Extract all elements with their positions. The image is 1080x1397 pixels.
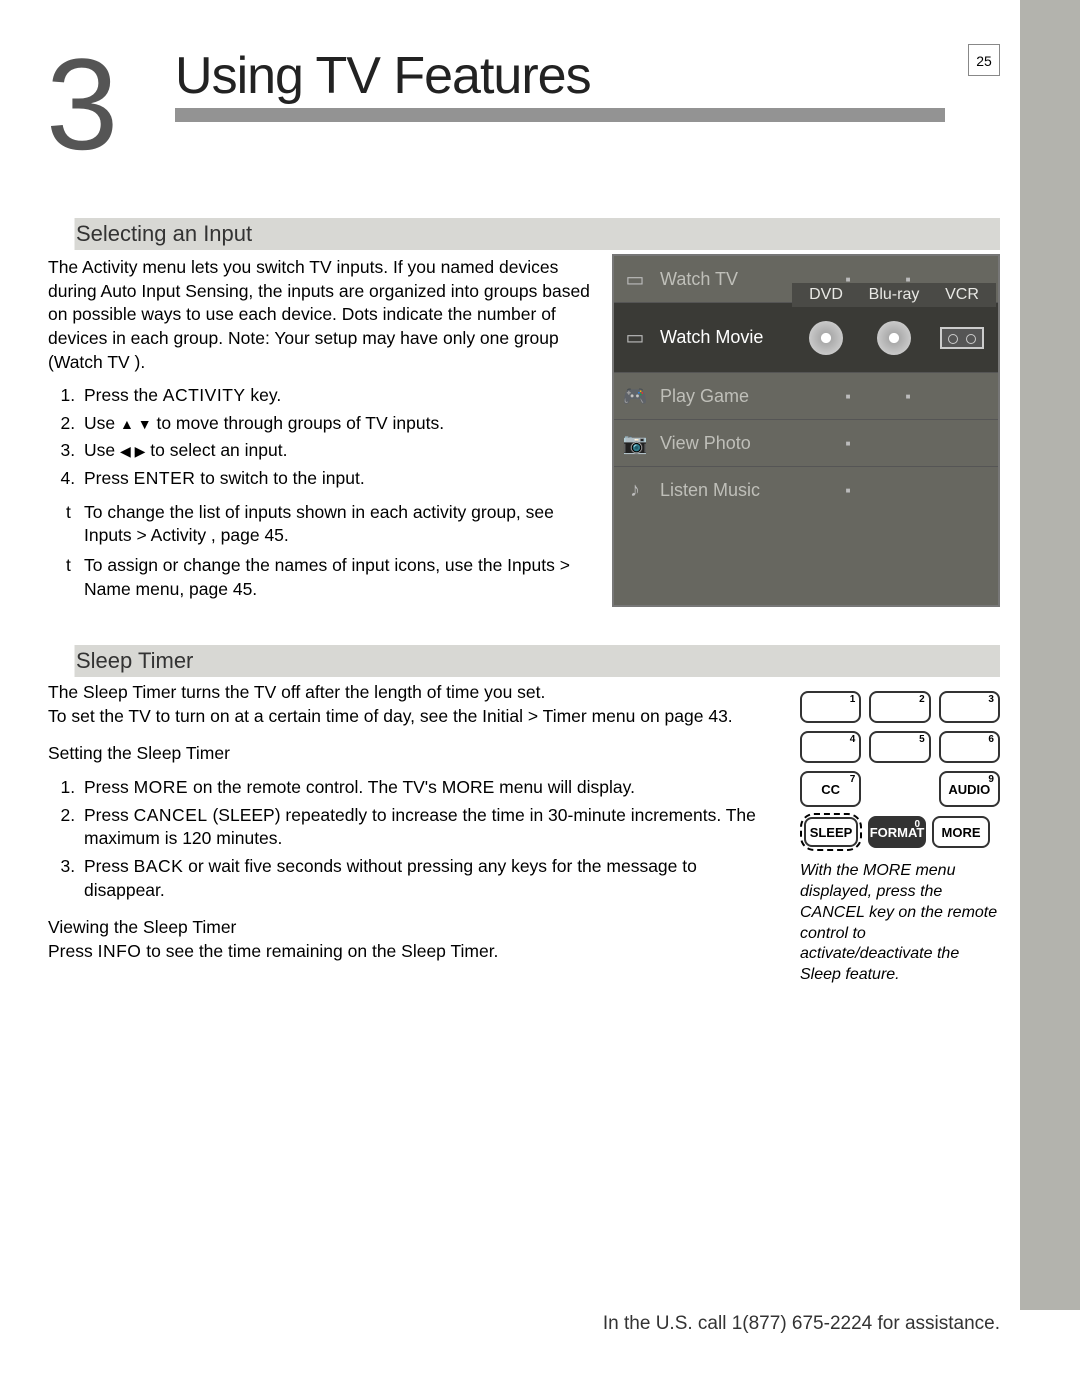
- remote-key-2: 2: [869, 691, 930, 723]
- music-icon: ♪: [614, 479, 656, 502]
- remote-key-cc: CC7: [800, 771, 861, 807]
- disc-icon: [877, 321, 911, 355]
- activity-menu-screenshot: ▭ Watch TV ■ ■ DVD Blu-ray VCR ▭ Watch M…: [612, 254, 1000, 607]
- setting-sleep-heading: Setting the Sleep Timer: [48, 742, 780, 766]
- selecting-input-steps: Press the ACTIVITY key. Use ▲ ▼ to move …: [80, 384, 592, 491]
- remote-key-more: MORE: [932, 816, 990, 848]
- step-2: Use ▲ ▼ to move through groups of TV inp…: [80, 412, 592, 436]
- activity-label: Listen Music: [656, 480, 818, 501]
- viewing-sleep-heading: Viewing the Sleep Timer: [48, 916, 780, 940]
- remote-key-sleep-highlighted: SLEEP: [800, 813, 862, 851]
- title-underline: [175, 108, 945, 122]
- chapter-number: 3: [46, 46, 146, 163]
- remote-caption: With the MORE menu displayed, press the …: [800, 861, 1000, 986]
- remote-key-format: FORMAT0: [868, 816, 926, 848]
- activity-row-watch-movie: DVD Blu-ray VCR ▭ Watch Movie: [614, 303, 998, 373]
- remote-key-3: 3: [939, 691, 1000, 723]
- chapter-title: Using TV Features: [175, 46, 945, 106]
- source-label-bluray: Blu-ray: [860, 286, 928, 304]
- selecting-input-intro: The Activity menu lets you switch TV inp…: [48, 256, 592, 374]
- remote-key-sleep: SLEEP: [804, 817, 858, 847]
- remote-keypad-figure: 1 2 3 4 5 6 CC7 AUDIO9 SLEEP FORMAT0 MOR…: [800, 691, 1000, 986]
- step-4: Press ENTER to switch to the input.: [80, 467, 592, 491]
- selecting-input-notes: To change the list of inputs shown in ea…: [66, 501, 592, 602]
- movie-icon: ▭: [614, 325, 656, 350]
- right-margin-bar: [1020, 0, 1080, 1310]
- chapter-header: 3 Using TV Features: [46, 46, 1000, 163]
- source-labels-row: DVD Blu-ray VCR: [792, 283, 996, 307]
- step-3: Use ◀ ▶ to select an input.: [80, 439, 592, 463]
- section-heading-sleep-timer: Sleep Timer: [46, 645, 1000, 677]
- note-2: To assign or change the names of input i…: [66, 554, 592, 601]
- remote-key-5: 5: [869, 731, 930, 763]
- sleep-step-1: Press MORE on the remote control. The TV…: [80, 776, 780, 800]
- activity-row-play-game: 🎮 Play Game ■ ■: [614, 373, 998, 420]
- remote-key-audio: AUDIO9: [939, 771, 1000, 807]
- note-1: To change the list of inputs shown in ea…: [66, 501, 592, 548]
- gamepad-icon: 🎮: [614, 384, 656, 409]
- page-footer: In the U.S. call 1(877) 675-2224 for ass…: [0, 1313, 1000, 1335]
- disc-icon: [809, 321, 843, 355]
- activity-row-view-photo: 📷 View Photo ■: [614, 420, 998, 467]
- tv-icon: ▭: [614, 267, 656, 292]
- remote-key-6: 6: [939, 731, 1000, 763]
- remote-key-1: 1: [800, 691, 861, 723]
- viewing-sleep-text: Press INFO to see the time remaining on …: [48, 940, 780, 964]
- sleep-timer-intro: The Sleep Timer turns the TV off after t…: [48, 681, 780, 728]
- camera-icon: 📷: [614, 431, 656, 456]
- activity-label: Play Game: [656, 386, 818, 407]
- sleep-step-2: Press CANCEL (SLEEP) repeatedly to incre…: [80, 804, 780, 851]
- vcr-icon: [940, 327, 984, 349]
- section-heading-selecting-input: Selecting an Input: [46, 218, 1000, 250]
- sleep-step-3: Press BACK or wait five seconds without …: [80, 855, 780, 902]
- step-1: Press the ACTIVITY key.: [80, 384, 592, 408]
- remote-key-4: 4: [800, 731, 861, 763]
- activity-row-listen-music: ♪ Listen Music ■: [614, 467, 998, 514]
- activity-label: View Photo: [656, 433, 818, 454]
- source-label-vcr: VCR: [928, 286, 996, 304]
- source-label-dvd: DVD: [792, 286, 860, 304]
- setting-sleep-steps: Press MORE on the remote control. The TV…: [80, 776, 780, 902]
